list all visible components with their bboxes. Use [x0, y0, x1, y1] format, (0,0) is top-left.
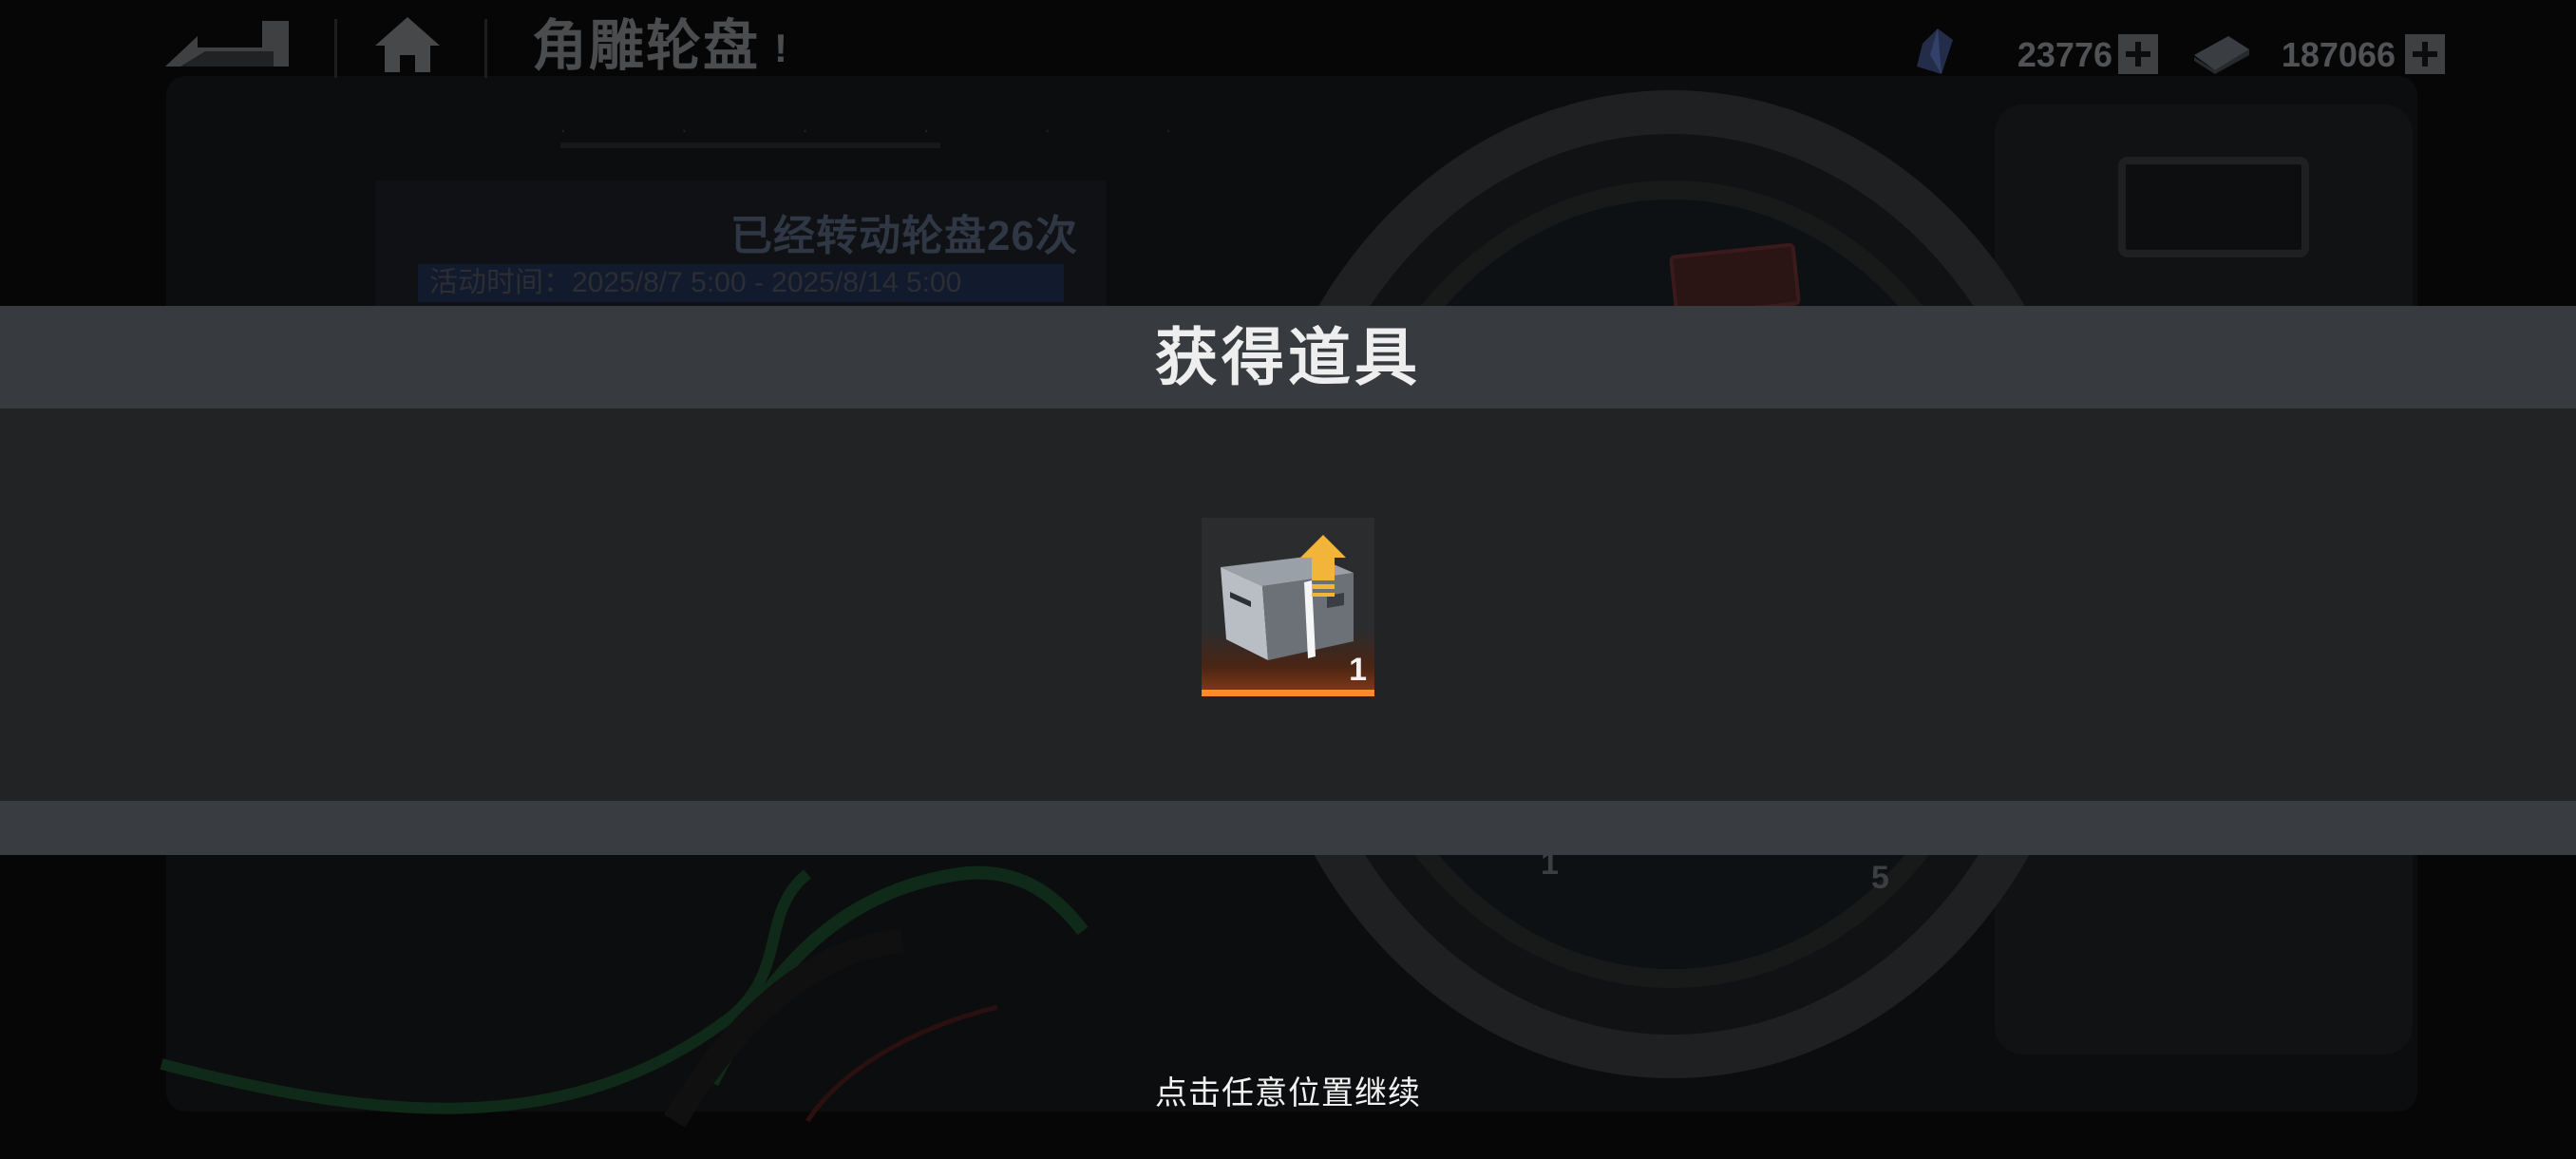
- background-device-slot: [2118, 157, 2309, 257]
- background-step-dots: · · · · · ·: [560, 122, 1226, 142]
- reward-modal-title: 获得道具: [1155, 322, 1421, 392]
- blue-crystal-icon: [1909, 27, 1957, 78]
- cash-bundle-icon: [2190, 27, 2251, 78]
- tap-to-continue-hint[interactable]: 点击任意位置继续: [0, 1070, 2576, 1117]
- home-icon: [375, 17, 440, 72]
- reward-item-count: 1: [1349, 652, 1367, 688]
- reward-item-slot[interactable]: 1: [1202, 518, 1374, 696]
- back-arrow-icon: [165, 21, 289, 66]
- add-cash-button[interactable]: [2405, 34, 2445, 74]
- reward-modal-footer: [0, 801, 2576, 855]
- background-caption-line: [560, 142, 940, 148]
- currency-crystal-value: 23776: [2017, 35, 2112, 74]
- add-crystal-button[interactable]: [2118, 34, 2158, 74]
- topbar-divider: [334, 19, 337, 78]
- event-time-text: 活动时间：2025/8/7 5:00 - 2025/8/14 5:00: [418, 264, 1064, 302]
- topbar-divider: [484, 19, 487, 78]
- info-button[interactable]: !: [771, 27, 790, 70]
- spin-count-text: 已经转动轮盘26次: [730, 213, 1078, 259]
- reward-modal-header: 获得道具: [0, 306, 2576, 408]
- game-screen[interactable]: 1 5 · · · · · · 已经转动轮盘26次 活动时间：2025/8/7 …: [0, 0, 2576, 1159]
- currency-cash-value: 187066: [2281, 35, 2396, 74]
- back-button[interactable]: [160, 17, 294, 74]
- wheel-number-5: 5: [1871, 860, 1889, 896]
- page-title: 角雕轮盘: [532, 15, 761, 77]
- event-info-card: 已经转动轮盘26次 活动时间：2025/8/7 5:00 - 2025/8/14…: [375, 180, 1107, 314]
- home-button[interactable]: [373, 13, 442, 76]
- rarity-bar: [1202, 690, 1374, 696]
